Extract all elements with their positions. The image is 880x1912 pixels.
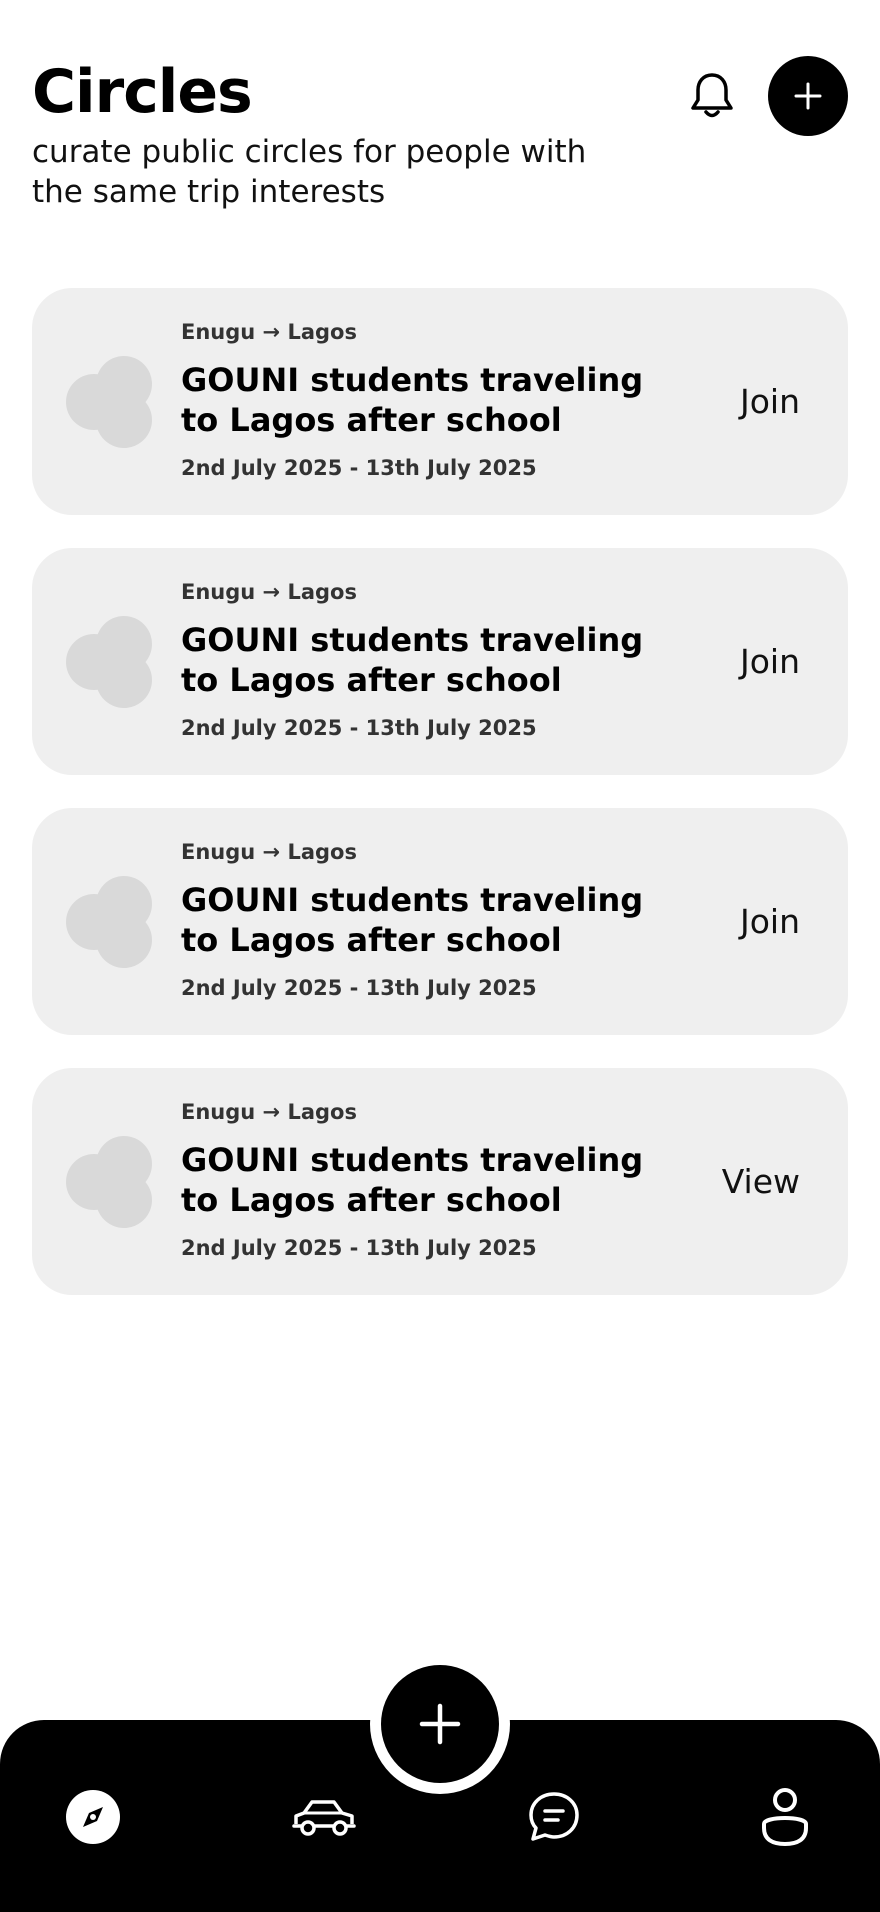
circle-title: GOUNI students traveling to Lagos after … [181, 881, 644, 959]
circle-avatar-icon [66, 1136, 152, 1228]
nav-profile[interactable] [750, 1785, 820, 1849]
circle-route: Enugu → Lagos [181, 1100, 357, 1124]
circles-list: Enugu → Lagos GOUNI students traveling t… [32, 288, 848, 1328]
plus-icon [794, 82, 822, 110]
nav-explore[interactable] [58, 1785, 128, 1849]
user-icon [762, 1788, 808, 1846]
circle-card[interactable]: Enugu → Lagos GOUNI students traveling t… [32, 1068, 848, 1295]
circle-avatar-icon [66, 616, 152, 708]
circle-dates: 2nd July 2025 - 13th July 2025 [181, 456, 537, 480]
circle-dates: 2nd July 2025 - 13th July 2025 [181, 1236, 537, 1260]
circle-card[interactable]: Enugu → Lagos GOUNI students traveling t… [32, 288, 848, 515]
page-subtitle: curate public circles for people with th… [32, 134, 587, 210]
circles-screen: Circles curate public circles for people… [0, 0, 880, 1912]
join-button[interactable]: Join [740, 808, 800, 1035]
view-button[interactable]: View [722, 1068, 800, 1295]
nav-messages[interactable] [519, 1785, 589, 1849]
create-circle-button[interactable] [768, 56, 848, 136]
page-title: Circles [32, 57, 253, 127]
circle-dates: 2nd July 2025 - 13th July 2025 [181, 976, 537, 1000]
circle-route: Enugu → Lagos [181, 320, 357, 344]
circle-avatar-icon [66, 876, 152, 968]
circle-card[interactable]: Enugu → Lagos GOUNI students traveling t… [32, 548, 848, 775]
circle-dates: 2nd July 2025 - 13th July 2025 [181, 716, 537, 740]
plus-icon [419, 1703, 461, 1745]
circle-title: GOUNI students traveling to Lagos after … [181, 1141, 644, 1219]
car-icon [292, 1800, 356, 1836]
circle-avatar-icon [66, 356, 152, 448]
circle-title: GOUNI students traveling to Lagos after … [181, 621, 644, 699]
join-button[interactable]: Join [740, 548, 800, 775]
circle-title: GOUNI students traveling to Lagos after … [181, 361, 644, 439]
circle-route: Enugu → Lagos [181, 580, 357, 604]
nav-rides[interactable] [289, 1785, 359, 1849]
notifications-button[interactable] [684, 68, 740, 124]
circle-route: Enugu → Lagos [181, 840, 357, 864]
join-button[interactable]: Join [740, 288, 800, 515]
bell-icon [691, 73, 733, 118]
compass-icon [66, 1790, 120, 1844]
circle-card[interactable]: Enugu → Lagos GOUNI students traveling t… [32, 808, 848, 1035]
chat-icon [529, 1792, 579, 1841]
add-fab-button[interactable] [381, 1665, 499, 1783]
